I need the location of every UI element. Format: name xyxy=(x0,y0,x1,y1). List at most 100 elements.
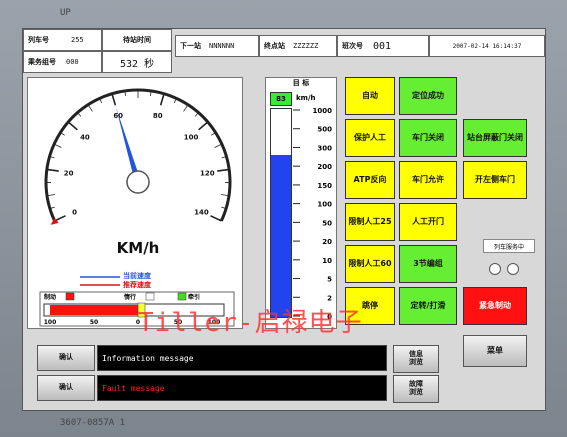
train-status-indicator: 列车服务中 xyxy=(483,239,535,283)
gauge-tick xyxy=(214,143,223,148)
restricted-manual-25-button[interactable]: 限制人工25 xyxy=(345,203,395,241)
position-ok-button[interactable]: 定位成功 xyxy=(399,77,457,115)
mode-coast-lamp xyxy=(145,292,155,301)
gauge-tick xyxy=(210,215,222,222)
gauge-tick xyxy=(77,112,82,117)
gauge-tick-label: 100 xyxy=(184,133,199,141)
terminal-label: 终点站 xyxy=(264,42,285,50)
info-browse-button[interactable]: 信息 浏览 xyxy=(393,345,439,373)
train-status-label: 列车服务中 xyxy=(483,239,535,253)
train-no-cell: 列车号 255 xyxy=(23,29,102,51)
gauge-tick xyxy=(159,93,165,106)
mode-traction-lamp xyxy=(177,292,187,301)
gauge-tick xyxy=(194,112,199,117)
gauge-tick xyxy=(183,104,189,112)
fault-message: Fault message xyxy=(97,375,387,401)
wait-time-label: 待站时间 xyxy=(123,36,151,44)
legend-recommended-speed: 推荐速度 xyxy=(123,280,152,289)
three-section-button[interactable]: 3节编组 xyxy=(399,245,457,283)
target-scale: 1000500300200150100502010520 xyxy=(293,107,332,321)
gauge-tick-label: 40 xyxy=(80,133,90,141)
platform-screen-door-button[interactable]: 站台屏蔽门关闭 xyxy=(463,119,527,157)
next-station-label: 下一站 xyxy=(180,42,201,50)
train-no-value: 255 xyxy=(71,36,84,44)
target-scale-svg: 1000500300200150100502010520 xyxy=(293,107,332,321)
gauge-tick xyxy=(87,104,93,112)
gauge-tick xyxy=(217,168,230,172)
mode-scale-label: 50 xyxy=(90,319,98,326)
fault-browse-button[interactable]: 故障 浏览 xyxy=(393,375,439,403)
gauge-tick xyxy=(111,93,117,106)
bezel-bottom-label: 3607-0857A 1 xyxy=(60,418,126,428)
hold-release-button[interactable]: 定转/打滑 xyxy=(399,287,457,325)
service-cell: 乘务组号 000 xyxy=(23,51,102,73)
route-label: 班次号 xyxy=(342,42,363,50)
atp-reverse-button[interactable]: ATP反向 xyxy=(345,161,395,199)
route-cell: 班次号 001 xyxy=(337,35,429,57)
hmi-screen: 列车号 255 待站时间 下一站 NNNNNN 终点站 ZZZZZZ 班次号 0… xyxy=(22,28,546,411)
datetime-cell: 2007-02-14 16:14:37 xyxy=(429,35,545,57)
target-tick-label: 1000 xyxy=(313,107,333,115)
mode-traction-label: 牵引 xyxy=(188,293,200,301)
wait-time-label-cell: 待站时间 xyxy=(102,29,172,51)
needle-hub xyxy=(126,170,150,194)
mode-scale-label: 100 xyxy=(44,319,57,326)
speed-legend: 当前速度 推荐速度 xyxy=(80,271,152,289)
restricted-manual-60-button[interactable]: 限制人工60 xyxy=(345,245,395,283)
emergency-brake-button[interactable]: 紧急制动 xyxy=(463,287,527,325)
target-tick-label: 300 xyxy=(317,144,332,152)
confirm-fault-button[interactable]: 确认 xyxy=(37,375,95,401)
gauge-arc xyxy=(44,88,232,222)
gauge-tick xyxy=(67,121,78,131)
target-tick-label: 200 xyxy=(317,163,332,171)
gauge-tick xyxy=(46,168,59,172)
speedometer-svg: 020406080100120140 KM/h 当前速度 推荐速度 制动 惰行 … xyxy=(39,88,235,327)
mode-brake-lamp xyxy=(65,292,75,301)
auto-button[interactable]: 自动 xyxy=(345,77,395,115)
menu-button[interactable]: 菜单 xyxy=(463,335,527,367)
train-no-label: 列车号 xyxy=(28,36,49,44)
terminal-value: ZZZZZZ xyxy=(293,42,319,50)
target-tick-label: 150 xyxy=(317,182,332,190)
speedometer-panel: 020406080100120140 KM/h 当前速度 推荐速度 制动 惰行 … xyxy=(27,77,243,329)
service-value: 000 xyxy=(66,58,79,66)
door-closed-button[interactable]: 车门关闭 xyxy=(399,119,457,157)
terminal-cell: 终点站 ZZZZZZ xyxy=(259,35,337,57)
speed-gauge: 020406080100120140 xyxy=(44,88,232,225)
datetime-value: 2007-02-14 16:14:37 xyxy=(452,42,522,50)
wait-time-value-cell: 532 秒 xyxy=(102,51,172,73)
mode-bar-brake-fill xyxy=(50,305,138,315)
protect-manual-button[interactable]: 保护人工 xyxy=(345,119,395,157)
gauge-tick-label: 120 xyxy=(200,169,215,177)
status-lamp-1 xyxy=(489,263,501,275)
target-tick-label: 50 xyxy=(322,219,332,227)
door-allowed-button[interactable]: 车门允许 xyxy=(399,161,457,199)
bezel-top-label: UP xyxy=(60,8,71,18)
legend-current-speed: 当前速度 xyxy=(123,271,152,280)
confirm-info-button[interactable]: 确认 xyxy=(37,345,95,371)
target-speed-panel: 目 标 83 km/h 1000 500 300 200 150 100 50 20 10 5 2 0 xyxy=(265,77,337,329)
watermark-text: Tiller-启禄电子 xyxy=(138,308,363,338)
target-tick-label: 10 xyxy=(322,257,332,265)
route-value: 001 xyxy=(373,40,392,52)
gauge-tick-label: 80 xyxy=(153,112,163,120)
target-tick-label: 5 xyxy=(327,276,332,284)
status-lamp-2 xyxy=(507,263,519,275)
gauge-tick-label: 20 xyxy=(64,169,74,177)
speed-unit-label: KM/h xyxy=(117,239,160,257)
gauge-tick xyxy=(198,121,209,131)
gauge-tick xyxy=(53,143,62,148)
mode-brake-label: 制动 xyxy=(44,293,56,301)
target-tick-label: 100 xyxy=(317,201,332,209)
service-label: 乘务组号 xyxy=(28,58,56,66)
next-station-cell: 下一站 NNNNNN xyxy=(175,35,259,57)
target-tick-label: 20 xyxy=(322,238,332,246)
manual-door-open-button[interactable]: 人工开门 xyxy=(399,203,457,241)
next-station-value: NNNNNN xyxy=(209,42,235,50)
mode-coast-label: 惰行 xyxy=(124,293,136,301)
open-left-door-button[interactable]: 开左侧车门 xyxy=(463,161,527,199)
gauge-tick-label: 140 xyxy=(194,209,209,217)
wait-time-value: 532 秒 xyxy=(119,58,155,70)
information-message: Information message xyxy=(97,345,387,371)
target-tick-label: 500 xyxy=(317,126,332,134)
